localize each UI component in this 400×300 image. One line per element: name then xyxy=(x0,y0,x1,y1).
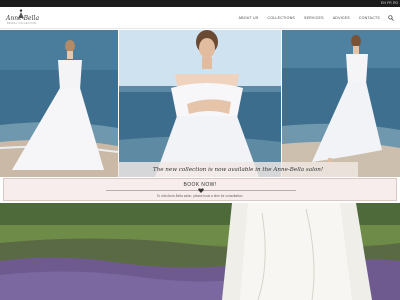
nav-about-us[interactable]: ABOUT US xyxy=(239,16,259,20)
booking-box[interactable]: BOOK NOW! To visit Anne-Bella salon, ple… xyxy=(3,178,397,201)
logo-text: Anne-Bella xyxy=(6,15,40,22)
logo[interactable]: Anne-Bella BRIDAL COLLECTION xyxy=(6,9,40,27)
hero-gallery xyxy=(0,30,400,177)
heart-icon xyxy=(198,188,204,193)
hero-caption: The new collection is now available in t… xyxy=(152,166,324,173)
hero-photo-right xyxy=(282,30,400,177)
hero-photo-center xyxy=(119,30,281,177)
lavender-photo xyxy=(0,203,400,300)
logo-tagline: BRIDAL COLLECTION xyxy=(7,22,37,25)
nav-advices[interactable]: ADVICES xyxy=(333,16,350,20)
nav-services[interactable]: SERVICES xyxy=(304,16,324,20)
nav-collections[interactable]: COLLECTIONS xyxy=(267,16,295,20)
hero-photo-left xyxy=(0,30,118,177)
booking-subtitle: To visit Anne-Bella salon, please book a… xyxy=(156,194,244,198)
site-header: Anne-Bella BRIDAL COLLECTION ABOUT US CO… xyxy=(0,7,400,29)
hero-caption-bar: The new collection is now available in t… xyxy=(118,162,358,177)
search-icon[interactable] xyxy=(388,15,394,21)
nav-contacts[interactable]: CONTACTS xyxy=(359,16,380,20)
language-fr[interactable]: FR xyxy=(387,1,392,6)
top-bar: EN FR RO xyxy=(0,0,400,7)
main-nav: ABOUT US COLLECTIONS SERVICES ADVICES CO… xyxy=(230,7,394,29)
page: EN FR RO Anne-Bella BRIDAL COLLECTION AB… xyxy=(0,0,400,300)
language-en[interactable]: EN xyxy=(381,1,386,6)
language-ro[interactable]: RO xyxy=(393,1,398,6)
